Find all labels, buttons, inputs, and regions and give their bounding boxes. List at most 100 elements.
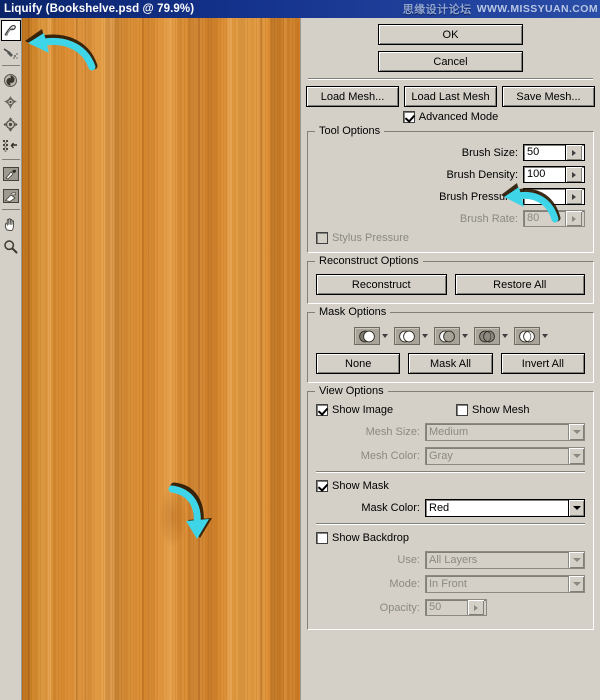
title-bar: Liquify (Bookshelve.psd @ 79.9%) 思缘设计论坛 … — [0, 0, 600, 18]
mask-mode-replace-selection-icon[interactable] — [353, 327, 380, 345]
save-mesh-button[interactable]: Save Mesh... — [502, 86, 595, 107]
restore-all-button[interactable]: Restore All — [454, 274, 585, 295]
load-last-mesh-button[interactable]: Load Last Mesh — [404, 86, 497, 107]
backdrop-mode-chevron-down-icon — [568, 576, 584, 592]
mask-mode-add-to-selection-icon[interactable] — [393, 327, 420, 345]
mesh-buttons-row: Load Mesh... Load Last Mesh Save Mesh... — [306, 86, 595, 107]
mesh-color-dropdown: Gray — [425, 447, 585, 465]
reconstruct-brush-icon — [3, 47, 18, 59]
mask-mode-invert-selection-caret[interactable] — [541, 334, 548, 338]
brush-density-value[interactable]: 100 — [524, 167, 565, 182]
show-backdrop-checkbox[interactable] — [316, 532, 328, 544]
mask-mode-subtract-from-selection-caret[interactable] — [461, 334, 468, 338]
bloat-tool[interactable] — [1, 113, 21, 135]
stylus-pressure-row: Stylus Pressure — [316, 232, 585, 244]
backdrop-use-value: All Layers — [429, 554, 478, 566]
reconstruct-tool[interactable] — [1, 41, 21, 63]
hand-tool[interactable] — [1, 213, 21, 235]
tool-separator-1 — [1, 65, 20, 66]
freeze-mask-tool[interactable] — [1, 163, 21, 185]
brush-pressure-stepper[interactable]: 60 — [523, 188, 585, 205]
backdrop-opacity-value: 50 — [429, 601, 442, 613]
wood-knot — [160, 488, 186, 546]
show-image-row[interactable]: Show Image — [316, 404, 456, 416]
brush-pressure-value[interactable]: 60 — [524, 189, 565, 204]
mask-mode-buttons — [316, 325, 585, 345]
tool-separator-2 — [1, 159, 20, 160]
tool-separator-3 — [1, 209, 20, 210]
reconstruct-options-title: Reconstruct Options — [315, 255, 423, 267]
mask-mode-invert-selection[interactable] — [513, 327, 548, 345]
reconstruct-options-group: Reconstruct Options Reconstruct Restore … — [307, 255, 594, 304]
mask-none-button[interactable]: None — [316, 353, 401, 374]
mask-color-dropdown[interactable]: Red — [425, 499, 585, 517]
brush-rate-stepper: 80 — [523, 210, 585, 227]
mask-mode-invert-selection-icon[interactable] — [513, 327, 540, 345]
show-image-checkbox[interactable] — [316, 404, 328, 416]
liquify-dialog: Liquify (Bookshelve.psd @ 79.9%) 思缘设计论坛 … — [0, 0, 600, 700]
push-left-tool[interactable] — [1, 135, 21, 157]
mask-mode-add-to-selection[interactable] — [393, 327, 428, 345]
mask-mode-add-to-selection-caret[interactable] — [421, 334, 428, 338]
arrow-on-canvas — [162, 480, 220, 545]
zoom-tool[interactable] — [1, 235, 21, 257]
backdrop-use-chevron-down-icon — [568, 552, 584, 568]
mask-mode-intersect-with-selection-icon[interactable] — [473, 327, 500, 345]
mask-mode-subtract-from-selection[interactable] — [433, 327, 468, 345]
watermark-url-text: WWW.MISSYUAN.COM — [476, 3, 598, 15]
show-mask-checkbox[interactable] — [316, 480, 328, 492]
bloat-icon — [3, 117, 18, 131]
mesh-size-value: Medium — [429, 426, 469, 438]
view-divider-2 — [316, 523, 585, 525]
mask-mode-replace-selection[interactable] — [353, 327, 388, 345]
hand-icon — [4, 217, 14, 231]
view-options-title: View Options — [315, 385, 388, 397]
brush-size-stepper[interactable]: 50 — [523, 144, 585, 161]
twirl-clockwise-icon — [4, 73, 17, 87]
mask-mode-subtract-from-selection-icon[interactable] — [433, 327, 460, 345]
ok-cancel-group: OK Cancel — [306, 24, 595, 72]
forward-warp-tool[interactable] — [0, 20, 21, 41]
brush-density-stepper[interactable]: 100 — [523, 166, 585, 183]
show-backdrop-row[interactable]: Show Backdrop — [316, 532, 585, 544]
twirl-clockwise-tool[interactable] — [1, 69, 21, 91]
load-mesh-button[interactable]: Load Mesh... — [306, 86, 399, 107]
options-panel: OK Cancel Load Mesh... Load Last Mesh Sa… — [300, 18, 600, 700]
backdrop-mode-label: Mode: — [389, 578, 420, 590]
reconstruct-button[interactable]: Reconstruct — [316, 274, 447, 295]
mask-color-chevron-down-icon[interactable] — [568, 500, 584, 516]
mask-all-button[interactable]: Mask All — [408, 353, 493, 374]
brush-size-value[interactable]: 50 — [524, 145, 565, 160]
mask-invert-all-button[interactable]: Invert All — [500, 353, 585, 374]
brush-pressure-label: Brush Pressure: — [439, 190, 518, 203]
advanced-mode-checkbox[interactable] — [402, 111, 415, 123]
ok-button[interactable]: OK — [378, 24, 523, 45]
advanced-mode-row[interactable]: Advanced Mode — [306, 111, 595, 123]
mesh-size-dropdown: Medium — [425, 423, 585, 441]
cancel-button[interactable]: Cancel — [378, 51, 523, 72]
image-canvas[interactable] — [22, 18, 300, 700]
thaw-mask-tool[interactable] — [1, 185, 21, 207]
page-title: Liquify (Bookshelve.psd @ 79.9%) — [4, 3, 195, 15]
mask-color-value[interactable]: Red — [426, 500, 568, 516]
backdrop-use-dropdown: All Layers — [425, 551, 585, 569]
pucker-tool[interactable] — [1, 91, 21, 113]
brush-pressure-popup-arrow[interactable] — [565, 189, 582, 204]
mask-options-group: Mask Options None Mask All Invert All — [307, 306, 594, 383]
brush-pressure-row: Brush Pressure: 60 — [316, 188, 585, 205]
mask-mode-replace-selection-caret[interactable] — [381, 334, 388, 338]
brush-rate-row: Brush Rate: 80 — [316, 210, 585, 227]
brush-rate-popup-arrow — [565, 211, 582, 226]
show-mesh-checkbox[interactable] — [456, 404, 468, 416]
brush-size-popup-arrow[interactable] — [565, 145, 582, 160]
backdrop-mode-row: Mode: In Front — [316, 575, 585, 593]
view-options-group: View Options Show Image Show Mesh Mesh S… — [307, 385, 594, 630]
mask-mode-intersect-with-selection-caret[interactable] — [501, 334, 508, 338]
thaw-mask-icon — [2, 189, 19, 203]
show-mask-row[interactable]: Show Mask — [316, 480, 585, 492]
show-mesh-label: Show Mesh — [472, 404, 530, 416]
brush-density-popup-arrow[interactable] — [565, 167, 582, 182]
brush-size-row: Brush Size: 50 — [316, 144, 585, 161]
mask-mode-intersect-with-selection[interactable] — [473, 327, 508, 345]
show-mesh-row[interactable]: Show Mesh — [456, 404, 529, 416]
